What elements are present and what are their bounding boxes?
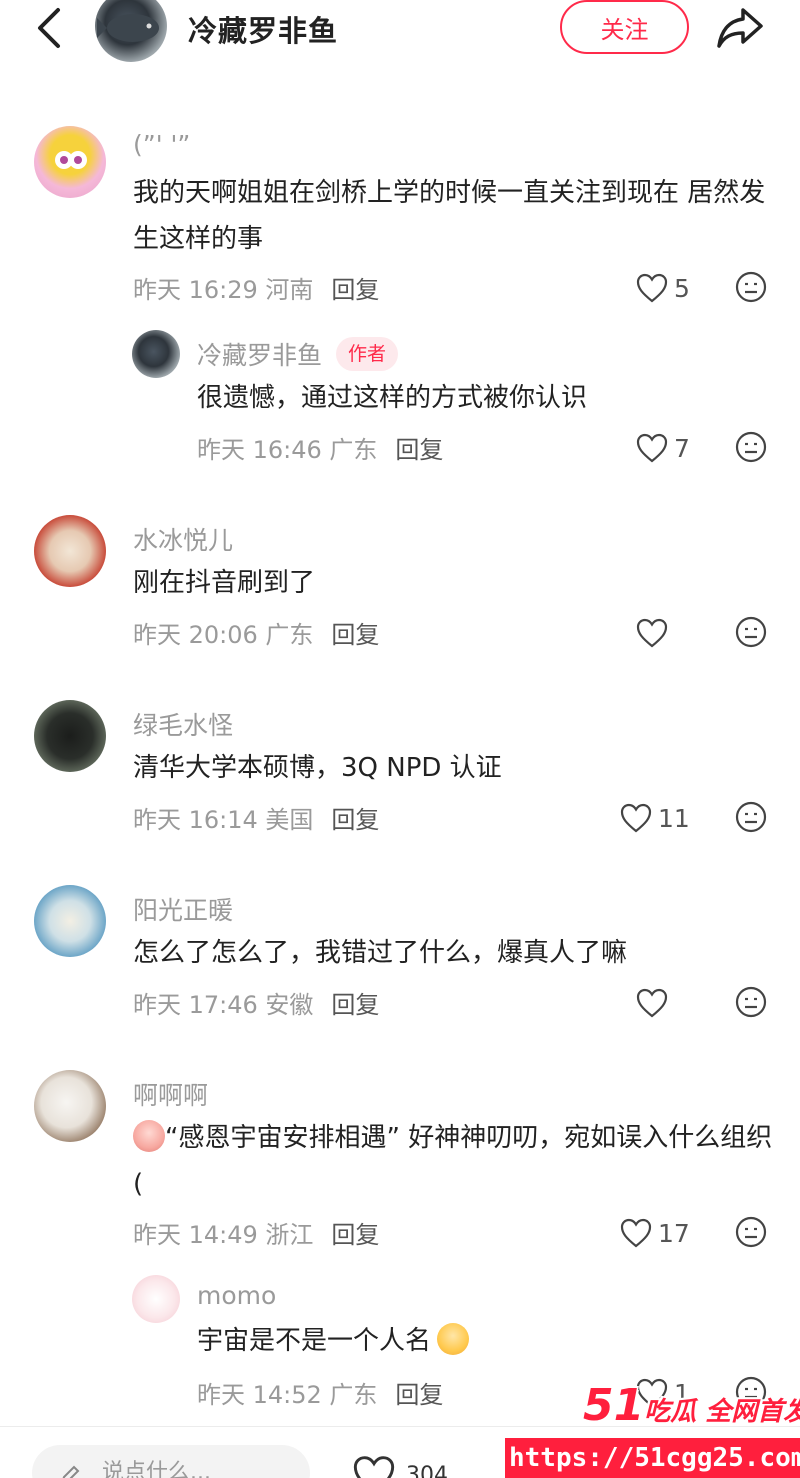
username[interactable]: 水冰悦儿 <box>133 521 233 557</box>
comment-text: “感恩宇宙安排相遇” 好神神叨叨，宛如误入什么组织 ( <box>133 1115 773 1207</box>
comment-meta: 昨天 14:49 浙江 回复 <box>133 1215 379 1250</box>
comment-text: 刚在抖音刷到了 <box>133 568 316 598</box>
user-avatar[interactable] <box>34 1070 106 1142</box>
emoji-reaction-icon[interactable] <box>735 271 767 303</box>
like-count: 5 <box>674 273 690 303</box>
emoji-reaction-icon[interactable] <box>735 616 767 648</box>
emoji-reaction-icon[interactable] <box>735 801 767 833</box>
header-bar: 冷藏罗非鱼 关注 <box>0 0 800 62</box>
reply-button[interactable]: 回复 <box>331 991 379 1019</box>
username[interactable]: 绿毛水怪 <box>133 706 233 742</box>
page-title: 冷藏罗非鱼 <box>188 14 339 48</box>
reply-button[interactable]: 回复 <box>331 1221 379 1249</box>
like-button[interactable]: 7 <box>636 430 690 466</box>
author-badge: 作者 <box>336 337 399 371</box>
comment-time: 昨天 14:52 广东 <box>197 1381 378 1409</box>
username[interactable]: momo <box>197 1281 276 1310</box>
comment-bubble-icon <box>653 1457 691 1478</box>
heart-icon <box>636 1378 668 1408</box>
comment-time: 昨天 14:49 浙江 <box>133 1221 314 1249</box>
reply-button[interactable]: 回复 <box>395 1381 443 1409</box>
like-count: 17 <box>658 1218 690 1248</box>
like-button[interactable] <box>636 985 674 1021</box>
comment-time: 昨天 20:06 广东 <box>133 621 314 649</box>
comment-text: 宇宙是不是一个人名 <box>197 1318 767 1364</box>
user-avatar[interactable] <box>34 126 106 198</box>
comment-count: 160 <box>702 1462 744 1478</box>
comment-count-button[interactable]: 160 <box>650 1455 744 1478</box>
username[interactable]: 冷藏罗非鱼 作者 <box>197 336 399 374</box>
like-button[interactable] <box>636 615 674 651</box>
post-like-button[interactable]: 304 <box>350 1455 448 1478</box>
star-icon <box>505 1455 549 1478</box>
comment-time: 昨天 16:14 美国 <box>133 806 314 834</box>
share-icon[interactable] <box>715 4 765 50</box>
reply-button[interactable]: 回复 <box>331 806 379 834</box>
reply-button[interactable]: 回复 <box>331 621 379 649</box>
like-button[interactable]: 11 <box>620 800 690 836</box>
emoji-reaction-icon[interactable] <box>735 1376 767 1408</box>
laughing-crying-emoji-icon <box>437 1322 470 1355</box>
like-count: 11 <box>658 803 690 833</box>
username[interactable]: (”' '” <box>133 130 190 159</box>
emoji-reaction-icon[interactable] <box>735 1216 767 1248</box>
comment-meta: 昨天 16:29 河南 回复 <box>133 270 379 305</box>
comment-time: 昨天 16:29 河南 <box>133 276 314 304</box>
username[interactable]: 啊啊啊 <box>133 1076 208 1112</box>
comment-text: 我的天啊姐姐在剑桥上学的时候一直关注到现在 居然发生这样的事 <box>133 178 766 254</box>
bottom-action-bar: 说点什么... 304 89 160 <box>0 1426 800 1478</box>
back-arrow-icon[interactable] <box>30 6 70 50</box>
user-avatar[interactable] <box>34 700 106 772</box>
user-avatar[interactable] <box>34 885 106 957</box>
reply-button[interactable]: 回复 <box>331 276 379 304</box>
emoji-reaction-icon[interactable] <box>735 986 767 1018</box>
like-button[interactable]: 1 <box>636 1375 690 1411</box>
heart-icon <box>620 803 652 833</box>
watermark-brand: 51吃瓜 全网首发 <box>583 1380 800 1431</box>
collect-count: 89 <box>557 1462 585 1478</box>
comment-time: 昨天 16:46 广东 <box>197 436 378 464</box>
heart-icon <box>620 1218 652 1248</box>
pencil-icon <box>62 1465 80 1478</box>
heart-icon <box>636 273 668 303</box>
emoji-reaction-icon[interactable] <box>735 431 767 463</box>
like-count: 7 <box>674 433 690 463</box>
follow-button[interactable]: 关注 <box>560 0 689 54</box>
comment-text: 清华大学本硕博，3Q NPD 认证 <box>133 753 502 783</box>
crying-face-emoji-icon <box>133 1119 165 1152</box>
heart-icon <box>636 618 668 648</box>
heart-icon <box>353 1456 395 1478</box>
comment-meta: 昨天 16:46 广东 回复 <box>197 430 443 465</box>
like-count: 1 <box>674 1378 690 1408</box>
reply-button[interactable]: 回复 <box>395 436 443 464</box>
like-button[interactable]: 5 <box>636 270 690 306</box>
like-button[interactable]: 17 <box>620 1215 690 1251</box>
author-avatar[interactable] <box>95 0 167 62</box>
comment-meta: 昨天 20:06 广东 回复 <box>133 615 379 650</box>
heart-icon <box>636 988 668 1018</box>
user-avatar[interactable] <box>34 515 106 587</box>
comment-text: 怎么了怎么了，我错过了什么，爆真人了嘛 <box>133 938 628 968</box>
user-avatar[interactable] <box>132 330 180 378</box>
collect-button[interactable]: 89 <box>505 1455 585 1478</box>
comment-time: 昨天 17:46 安徽 <box>133 991 314 1019</box>
comment-meta: 昨天 17:46 安徽 回复 <box>133 985 379 1020</box>
comment-meta: 昨天 14:52 广东 回复 <box>197 1375 443 1410</box>
username[interactable]: 阳光正暖 <box>133 891 233 927</box>
user-avatar[interactable] <box>132 1275 180 1323</box>
comment-text: 很遗憾，通过这样的方式被你认识 <box>197 383 588 413</box>
comment-meta: 昨天 16:14 美国 回复 <box>133 800 379 835</box>
post-like-count: 304 <box>406 1462 448 1478</box>
heart-icon <box>636 433 668 463</box>
